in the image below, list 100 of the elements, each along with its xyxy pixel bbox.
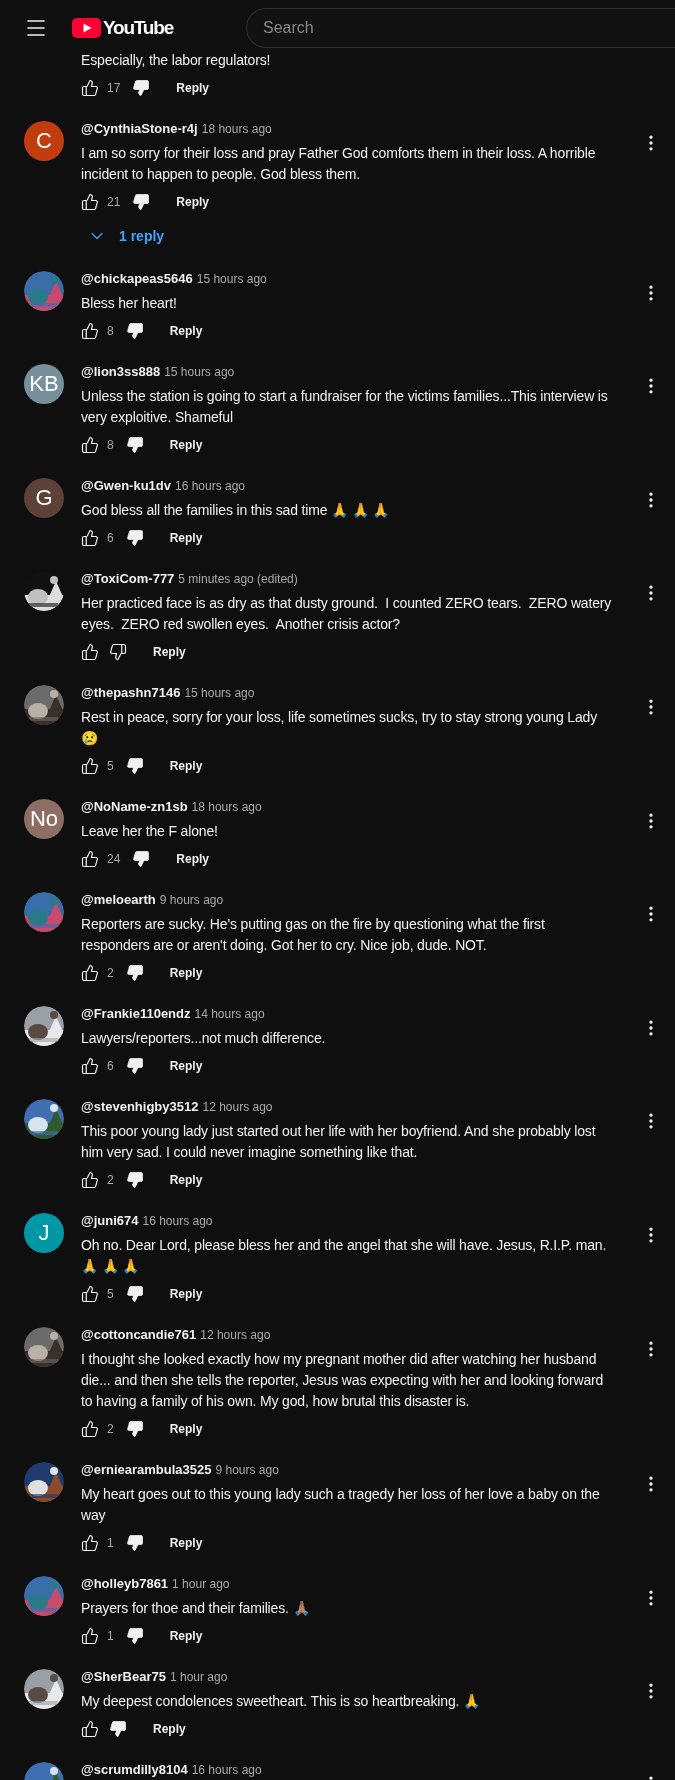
comment-time[interactable]: 16 hours ago [191, 1763, 262, 1777]
reply-button[interactable]: Reply [155, 316, 217, 346]
like-button[interactable] [81, 1057, 99, 1075]
dislike-button[interactable] [132, 79, 151, 97]
comment-time[interactable]: 14 hours ago [194, 1007, 265, 1021]
like-count: 2 [107, 966, 114, 980]
comment-time[interactable]: 18 hours ago [191, 800, 262, 814]
reply-button[interactable]: Reply [155, 1279, 217, 1309]
dislike-button[interactable] [125, 757, 144, 775]
search-field[interactable]: Search [246, 8, 675, 48]
comment-author[interactable]: @NoName-zn1sb [81, 799, 188, 814]
comment-author[interactable]: @SherBear75 [81, 1669, 166, 1684]
dislike-button[interactable] [125, 1627, 144, 1645]
comment-time[interactable]: 15 hours ago [164, 365, 235, 379]
comment-time[interactable]: 12 hours ago [202, 1100, 273, 1114]
like-button[interactable] [81, 1720, 99, 1738]
comment-text: Her practiced face is as dry as that dusty ground. I counted ZERO tears. ZERO watery eyes. ZERO red swollen eyes. Another crisis actor? [81, 594, 613, 634]
reply-button[interactable]: Reply [139, 637, 200, 667]
like-button[interactable] [81, 1420, 99, 1438]
dislike-button[interactable] [125, 1057, 144, 1075]
dislike-button[interactable] [125, 322, 144, 340]
comment-author[interactable]: @chickapeas5646 [81, 271, 193, 286]
reply-button[interactable]: Reply [155, 751, 217, 781]
like-count: 6 [107, 1059, 114, 1073]
dislike-button[interactable] [125, 1420, 144, 1438]
comment-time[interactable]: 12 hours ago [200, 1328, 271, 1342]
reply-button[interactable]: Reply [139, 1714, 200, 1744]
like-button[interactable] [81, 529, 99, 547]
like-button[interactable] [81, 79, 99, 97]
comment-author[interactable]: @stevenhigby3512 [81, 1099, 199, 1114]
comment-text: God bless all the families in this sad time 🙏 🙏 🙏 [81, 501, 391, 520]
reply-button[interactable]: Reply [155, 523, 217, 553]
comment-author[interactable]: @scrumdilly8104 [81, 1762, 188, 1777]
comment-author[interactable]: @thepashn7146 [81, 685, 181, 700]
dislike-button[interactable] [109, 643, 127, 661]
comment-time[interactable]: 16 hours ago [142, 1214, 213, 1228]
like-button[interactable] [81, 193, 99, 211]
like-count: 17 [107, 81, 121, 95]
like-button[interactable] [81, 850, 99, 868]
like-button[interactable] [81, 1171, 99, 1189]
comment-author[interactable]: @lion3ss888 [81, 364, 161, 379]
comment-author[interactable]: @holleyb7861 [81, 1576, 169, 1591]
reply-button[interactable]: Reply [155, 1165, 217, 1195]
like-count: 5 [107, 759, 114, 773]
reply-button[interactable]: Reply [155, 1621, 217, 1651]
comment-time[interactable]: 16 hours ago [175, 479, 246, 493]
comment-text: My deepest condolences sweetheart. This is so heartbreaking. 🙏 [81, 1692, 481, 1711]
avatar[interactable]: G [24, 478, 64, 518]
comment-author[interactable]: @cottoncandie761 [81, 1327, 197, 1342]
comment-author[interactable]: @ToxiCom-777 [81, 571, 175, 586]
reply-button[interactable]: Reply [155, 1528, 217, 1558]
comment-text: My heart goes out to this young lady such a tragedy her loss of her love a baby on the way [81, 1485, 601, 1525]
dislike-button[interactable] [125, 1534, 144, 1552]
dislike-button[interactable] [132, 193, 151, 211]
youtube-logo-icon [72, 18, 101, 38]
replies-toggle[interactable]: 1 reply [77, 219, 175, 253]
comment-author[interactable]: @juni674 [81, 1213, 139, 1228]
reply-button[interactable]: Reply [162, 844, 224, 874]
like-button[interactable] [81, 1627, 99, 1645]
dislike-button[interactable] [125, 1285, 144, 1303]
like-button[interactable] [81, 964, 99, 982]
comment-author[interactable]: @Gwen-ku1dv [81, 478, 171, 493]
comment-time[interactable]: 9 hours ago [215, 1463, 279, 1477]
like-button[interactable] [81, 1534, 99, 1552]
comment-text: Rest in peace, sorry for your loss, life sometimes sucks, try to stay strong young Lady 😢 [81, 708, 599, 748]
like-button[interactable] [81, 643, 99, 661]
comment-time[interactable]: 15 hours ago [184, 686, 255, 700]
dislike-button[interactable] [109, 1720, 127, 1738]
reply-button[interactable]: Reply [162, 187, 224, 217]
comment-time[interactable]: 15 hours ago [196, 272, 267, 286]
dislike-button[interactable] [125, 1171, 144, 1189]
comment-time[interactable]: 1 hour ago [169, 1670, 228, 1684]
dislike-button[interactable] [125, 436, 144, 454]
comment-author[interactable]: @CynthiaStone-r4j [81, 121, 198, 136]
reply-button[interactable]: Reply [155, 430, 217, 460]
like-button[interactable] [81, 436, 99, 454]
avatar[interactable]: C [24, 121, 64, 161]
reply-button[interactable]: Reply [155, 1414, 217, 1444]
dislike-button[interactable] [125, 964, 144, 982]
reply-button[interactable]: Reply [155, 958, 217, 988]
comment-time[interactable]: 9 hours ago [159, 893, 224, 907]
comment-time[interactable]: 18 hours ago [201, 122, 272, 136]
comment-author[interactable]: @erniearambula3525 [81, 1462, 212, 1477]
comment-time[interactable]: 5 minutes ago (edited) [178, 572, 298, 586]
comment-author[interactable]: @meloearth [81, 892, 156, 907]
like-button[interactable] [81, 1285, 99, 1303]
like-count: 8 [107, 324, 114, 338]
reply-button[interactable]: Reply [155, 1051, 217, 1081]
avatar[interactable]: No [24, 799, 64, 839]
comment-text: This poor young lady just started out her life with her boyfriend. And she probably lost him very sad. I could never imagine something like that. [81, 1122, 597, 1162]
like-button[interactable] [81, 757, 99, 775]
comment-author[interactable]: @Frankie110endz [81, 1006, 191, 1021]
logo-text[interactable]: YouTube [103, 17, 174, 39]
like-button[interactable] [81, 322, 99, 340]
comment-time[interactable]: 1 hour ago [172, 1577, 230, 1591]
avatar[interactable]: J [24, 1213, 64, 1253]
reply-button[interactable]: Reply [162, 73, 224, 103]
comment-text: Prayers for thoe and their families. 🙏🏽 [81, 1599, 311, 1618]
dislike-button[interactable] [132, 850, 151, 868]
dislike-button[interactable] [125, 529, 144, 547]
